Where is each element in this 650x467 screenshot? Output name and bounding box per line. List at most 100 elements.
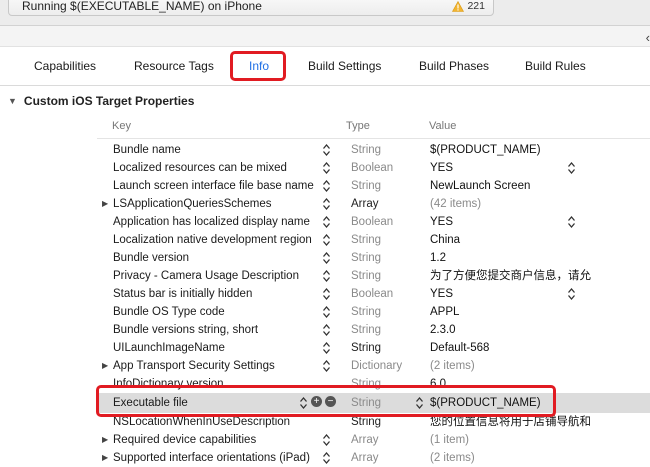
row-key[interactable]: Launch screen interface file base name <box>113 177 314 195</box>
chevron-left-icon[interactable]: ‹ <box>646 30 650 45</box>
value-stepper-icon[interactable] <box>567 159 576 177</box>
row-type[interactable]: String <box>351 321 381 339</box>
row-type[interactable]: String <box>351 303 381 321</box>
row-type[interactable]: String <box>351 375 381 393</box>
row-key[interactable]: Executable file <box>113 393 188 413</box>
row-value[interactable]: 1.2 <box>430 249 650 267</box>
row-key[interactable]: Bundle versions string, short <box>113 321 258 339</box>
row-value[interactable]: 2.3.0 <box>430 321 650 339</box>
section-header[interactable]: ▼ Custom iOS Target Properties <box>8 94 194 108</box>
key-stepper-icon[interactable] <box>322 321 331 339</box>
row-type[interactable]: String <box>351 413 381 431</box>
row-value[interactable]: YES <box>430 159 650 177</box>
row-value[interactable]: $(PRODUCT_NAME) <box>430 141 650 159</box>
table-row[interactable]: ▶ App Transport Security Settings Dictio… <box>97 357 650 375</box>
table-row[interactable]: ▶ Supported interface orientations (iPad… <box>97 449 650 467</box>
key-stepper-icon[interactable] <box>322 285 331 303</box>
row-type[interactable]: Boolean <box>351 159 393 177</box>
key-stepper-icon[interactable] <box>322 159 331 177</box>
row-value[interactable]: Default-568 <box>430 339 650 357</box>
column-header-value[interactable]: Value <box>429 120 456 132</box>
row-key[interactable]: Required device capabilities <box>113 431 256 449</box>
table-row[interactable]: Application has localized display name B… <box>97 213 650 231</box>
table-row[interactable]: Status bar is initially hidden Boolean Y… <box>97 285 650 303</box>
row-value[interactable]: APPL <box>430 303 650 321</box>
table-row[interactable]: Localization native development region S… <box>97 231 650 249</box>
row-key[interactable]: Localization native development region <box>113 231 312 249</box>
tab-build-phases[interactable]: Build Phases <box>419 59 489 73</box>
row-type[interactable]: Array <box>351 431 378 449</box>
key-stepper-icon[interactable] <box>322 231 331 249</box>
value-stepper-icon[interactable] <box>567 213 576 231</box>
row-key[interactable]: NSLocationWhenInUseDescription <box>113 413 290 431</box>
disclosure-right-icon[interactable]: ▶ <box>102 357 108 375</box>
row-value[interactable]: 您的位置信息将用于店铺导航和 <box>430 413 650 431</box>
table-row[interactable]: Bundle OS Type code String APPL <box>97 303 650 321</box>
disclosure-right-icon[interactable]: ▶ <box>102 195 108 213</box>
row-key[interactable]: Localized resources can be mixed <box>113 159 287 177</box>
key-stepper-icon[interactable] <box>322 431 331 449</box>
row-value[interactable]: 6.0 <box>430 375 650 393</box>
remove-row-icon[interactable]: − <box>325 396 336 407</box>
key-stepper-icon[interactable] <box>322 449 331 467</box>
row-key[interactable]: InfoDictionary version <box>113 375 224 393</box>
tab-build-rules[interactable]: Build Rules <box>525 59 586 73</box>
key-stepper-icon[interactable] <box>322 249 331 267</box>
row-value[interactable]: $(PRODUCT_NAME) <box>430 393 650 413</box>
row-type[interactable]: Array <box>351 449 378 467</box>
row-key[interactable]: Bundle OS Type code <box>113 303 225 321</box>
table-row-selected[interactable]: Executable file + − String $(PRODUCT_NAM… <box>97 393 650 413</box>
column-header-type[interactable]: Type <box>346 120 370 132</box>
key-stepper-icon[interactable] <box>322 141 331 159</box>
row-key[interactable]: App Transport Security Settings <box>113 357 275 375</box>
key-stepper-icon[interactable] <box>299 394 308 412</box>
tab-info[interactable]: Info <box>249 59 269 73</box>
row-value[interactable]: YES <box>430 285 650 303</box>
table-row[interactable]: Bundle name String $(PRODUCT_NAME) <box>97 141 650 159</box>
row-type[interactable]: Dictionary <box>351 357 402 375</box>
table-row[interactable]: UILaunchImageName String Default-568 <box>97 339 650 357</box>
row-type[interactable]: String <box>351 393 381 413</box>
row-key[interactable]: LSApplicationQueriesSchemes <box>113 195 272 213</box>
table-row[interactable]: Bundle versions string, short String 2.3… <box>97 321 650 339</box>
tab-build-settings[interactable]: Build Settings <box>308 59 381 73</box>
key-stepper-icon[interactable] <box>322 339 331 357</box>
table-row[interactable]: ▶ LSApplicationQueriesSchemes Array (42 … <box>97 195 650 213</box>
table-row[interactable]: InfoDictionary version String 6.0 <box>97 375 650 393</box>
disclosure-right-icon[interactable]: ▶ <box>102 431 108 449</box>
key-stepper-icon[interactable] <box>322 213 331 231</box>
table-row[interactable]: Bundle version String 1.2 <box>97 249 650 267</box>
row-key[interactable]: UILaunchImageName <box>113 339 225 357</box>
disclosure-right-icon[interactable]: ▶ <box>102 449 108 467</box>
row-type[interactable]: String <box>351 141 381 159</box>
row-key[interactable]: Privacy - Camera Usage Description <box>113 267 299 285</box>
row-value[interactable]: China <box>430 231 650 249</box>
row-key[interactable]: Bundle name <box>113 141 181 159</box>
key-stepper-icon[interactable] <box>322 195 331 213</box>
table-row[interactable]: Privacy - Camera Usage Description Strin… <box>97 267 650 285</box>
row-type[interactable]: Boolean <box>351 285 393 303</box>
row-key[interactable]: Application has localized display name <box>113 213 310 231</box>
add-row-icon[interactable]: + <box>311 396 322 407</box>
row-value[interactable]: 为了方便您提交商户信息，请允 <box>430 267 650 285</box>
row-type[interactable]: Boolean <box>351 213 393 231</box>
table-row[interactable]: Launch screen interface file base name S… <box>97 177 650 195</box>
table-row[interactable]: Localized resources can be mixed Boolean… <box>97 159 650 177</box>
table-row[interactable]: ▶ Required device capabilities Array (1 … <box>97 431 650 449</box>
row-type[interactable]: String <box>351 231 381 249</box>
key-stepper-icon[interactable] <box>322 303 331 321</box>
row-value[interactable]: NewLaunch Screen <box>430 177 650 195</box>
type-stepper-icon[interactable] <box>415 394 424 412</box>
row-key[interactable]: Supported interface orientations (iPad) <box>113 449 310 467</box>
key-stepper-icon[interactable] <box>322 177 331 195</box>
tab-resource-tags[interactable]: Resource Tags <box>134 59 214 73</box>
table-row[interactable]: NSLocationWhenInUseDescription String 您的… <box>97 413 650 431</box>
warning-indicator[interactable]: 221 <box>452 0 485 16</box>
disclosure-down-icon[interactable]: ▼ <box>8 96 17 106</box>
row-key[interactable]: Status bar is initially hidden <box>113 285 252 303</box>
row-value[interactable]: YES <box>430 213 650 231</box>
key-stepper-icon[interactable] <box>322 357 331 375</box>
row-type[interactable]: String <box>351 177 381 195</box>
row-key[interactable]: Bundle version <box>113 249 189 267</box>
row-type[interactable]: String <box>351 339 381 357</box>
